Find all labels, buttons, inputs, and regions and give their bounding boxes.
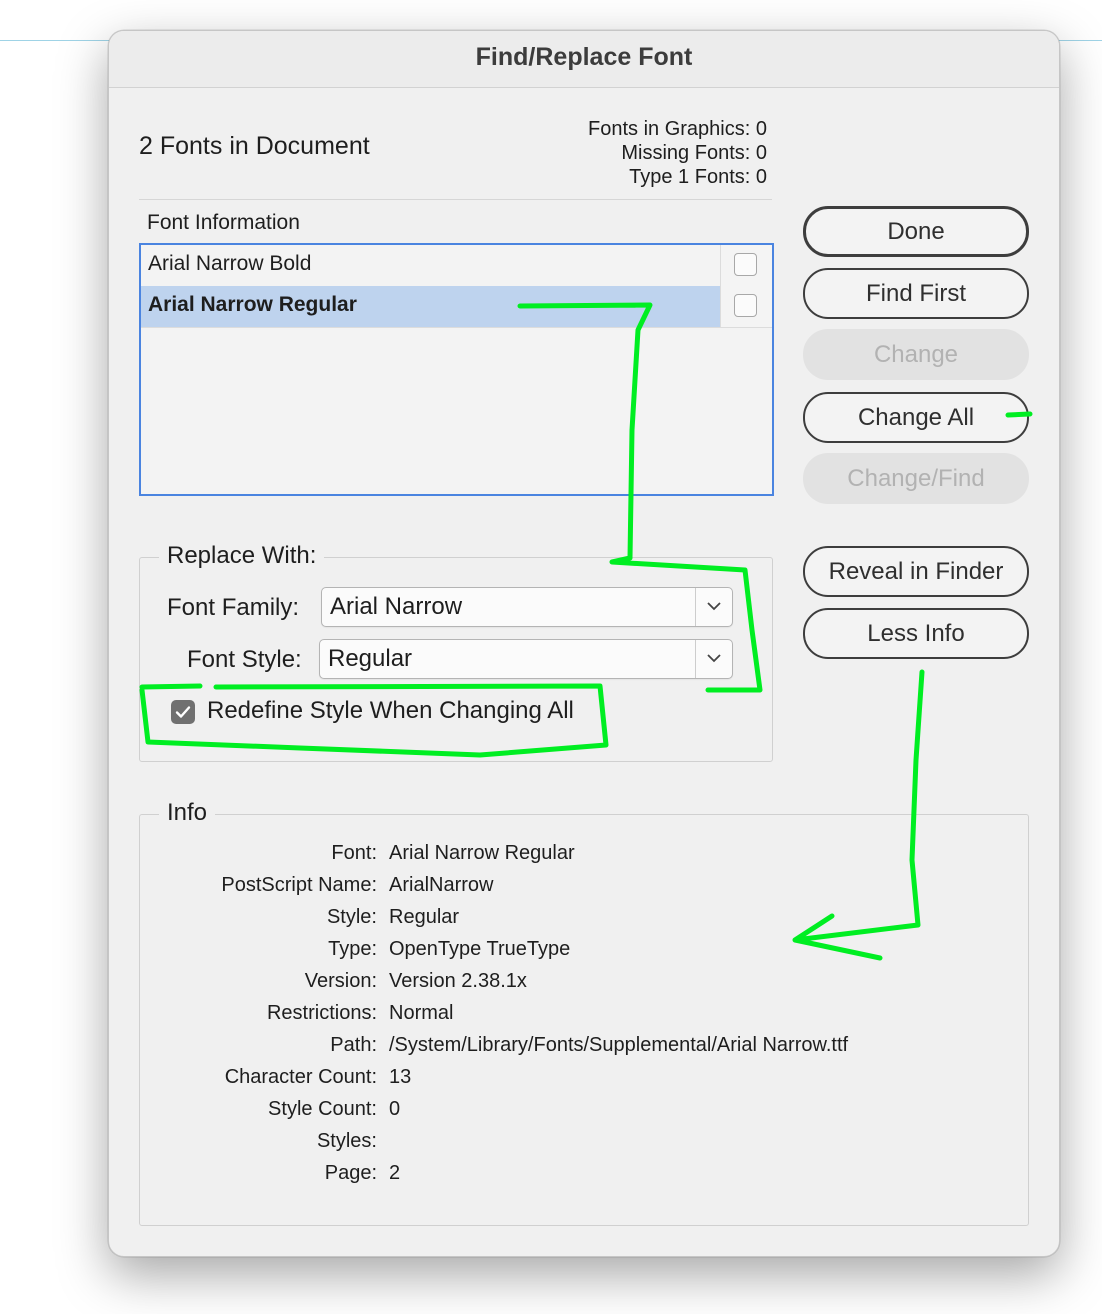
font-family-select[interactable]: Arial Narrow <box>321 587 733 627</box>
font-stats: Fonts in Graphics: 0 Missing Fonts: 0 Ty… <box>588 117 767 189</box>
font-style-label: Font Style: <box>187 646 302 673</box>
font-row-arial-narrow-bold[interactable]: Arial Narrow Bold <box>141 245 772 287</box>
change-find-button: Change/Find <box>803 453 1029 504</box>
info-row-restrictions: Restrictions: Normal <box>266 1002 454 1024</box>
change-all-button[interactable]: Change All <box>803 392 1029 443</box>
info-row-version: Version: Version 2.38.1x <box>304 970 527 992</box>
done-button[interactable]: Done <box>803 206 1029 257</box>
info-row-style: Style: Regular <box>326 906 460 928</box>
redefine-style-label[interactable]: Redefine Style When Changing All <box>207 697 574 725</box>
find-first-button[interactable]: Find First <box>803 268 1029 319</box>
font-row-name: Arial Narrow Bold <box>148 252 312 275</box>
stat-type1-fonts: Type 1 Fonts: 0 <box>629 166 767 188</box>
change-button: Change <box>803 329 1029 380</box>
redefine-style-checkbox[interactable] <box>171 700 195 724</box>
reveal-in-finder-button[interactable]: Reveal in Finder <box>803 546 1029 597</box>
font-family-value: Arial Narrow <box>330 593 463 620</box>
stat-missing-fonts: Missing Fonts: 0 <box>621 142 767 164</box>
dialog-titlebar[interactable]: Find/Replace Font <box>109 31 1059 88</box>
fonts-in-document-count: 2 Fonts in Document <box>139 132 370 160</box>
chevron-down-icon[interactable] <box>695 588 732 626</box>
checkmark-icon <box>175 706 191 718</box>
info-row-postscript-name: PostScript Name: ArialNarrow <box>221 874 494 896</box>
info-row-style-count: Style Count: 0 <box>268 1098 401 1120</box>
font-information-label: Font Information <box>147 211 300 234</box>
font-style-value: Regular <box>328 645 413 672</box>
find-replace-font-dialog: Find/Replace Font 2 Fonts in Document Fo… <box>108 30 1060 1257</box>
info-row-path: Path:/System/Library/Fonts/Supplemental/… <box>330 1034 849 1056</box>
font-row-checkbox-cell <box>720 245 772 286</box>
dialog-title: Find/Replace Font <box>475 43 693 71</box>
font-row-arial-narrow-regular[interactable]: Arial Narrow Regular <box>141 286 772 328</box>
font-family-label: Font Family: <box>167 594 300 621</box>
stat-fonts-in-graphics: Fonts in Graphics: 0 <box>588 118 767 140</box>
font-row-checkbox-cell <box>720 286 772 327</box>
info-row-type: Type: OpenType TrueType <box>328 938 571 960</box>
font-row-checkbox[interactable] <box>734 294 757 317</box>
info-row-styles: Styles: <box>316 1130 377 1152</box>
font-row-name: Arial Narrow Regular <box>148 293 357 316</box>
font-style-select[interactable]: Regular <box>319 639 733 679</box>
font-list[interactable]: Arial Narrow Bold Arial Narrow Regular <box>139 243 774 496</box>
info-row-character-count: Character Count: 13 <box>224 1066 412 1088</box>
chevron-down-icon[interactable] <box>695 640 732 678</box>
font-row-checkbox[interactable] <box>734 253 757 276</box>
info-row-font: Font: Arial Narrow Regular <box>331 842 575 864</box>
less-info-button[interactable]: Less Info <box>803 608 1029 659</box>
info-title: Info <box>159 799 216 827</box>
replace-with-title: Replace With: <box>159 542 325 570</box>
section-divider <box>139 199 772 200</box>
info-row-page: Page: 2 <box>324 1162 401 1184</box>
